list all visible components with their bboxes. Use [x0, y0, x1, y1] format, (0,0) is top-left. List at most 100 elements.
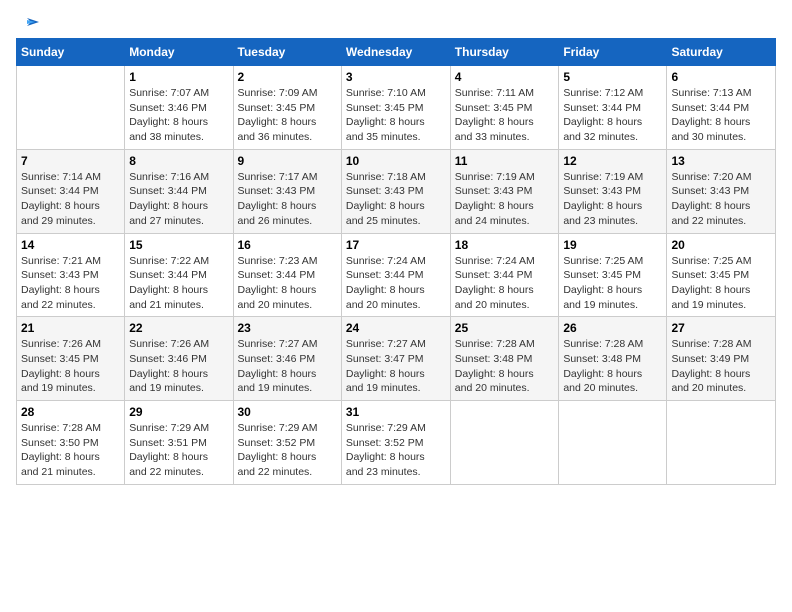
calendar-cell: 21 Sunrise: 7:26 AMSunset: 3:45 PMDayligh… — [17, 317, 125, 401]
calendar-week-row: 14Sunrise: 7:21 AMSunset: 3:43 PMDayligh… — [17, 233, 776, 317]
calendar-cell: 3 Sunrise: 7:10 AMSunset: 3:45 PMDaylight… — [341, 66, 450, 150]
calendar-cell: 25 Sunrise: 7:28 AMSunset: 3:48 PMDayligh… — [450, 317, 559, 401]
calendar-cell: 8 Sunrise: 7:16 AMSunset: 3:44 PMDaylight… — [125, 149, 233, 233]
calendar-cell: 18 Sunrise: 7:24 AMSunset: 3:44 PMDayligh… — [450, 233, 559, 317]
calendar-cell: 31 Sunrise: 7:29 AMSunset: 3:52 PMDayligh… — [341, 401, 450, 485]
day-number: 29 — [129, 405, 228, 419]
calendar-cell: 20 Sunrise: 7:25 AMSunset: 3:45 PMDayligh… — [667, 233, 776, 317]
calendar-cell: 19Sunrise: 7:25 AMSunset: 3:45 PMDayligh… — [559, 233, 667, 317]
day-number: 8 — [129, 154, 228, 168]
day-number: 28 — [21, 405, 120, 419]
calendar-cell: 4Sunrise: 7:11 AMSunset: 3:45 PMDaylight… — [450, 66, 559, 150]
day-info: Sunrise: 7:24 AMSunset: 3:44 PMDaylight:… — [455, 254, 555, 313]
day-number: 18 — [455, 238, 555, 252]
day-number: 5 — [563, 70, 662, 84]
day-number: 25 — [455, 321, 555, 335]
calendar-cell: 5 Sunrise: 7:12 AMSunset: 3:44 PMDaylight… — [559, 66, 667, 150]
calendar-cell: 15Sunrise: 7:22 AMSunset: 3:44 PMDayligh… — [125, 233, 233, 317]
header-saturday: Saturday — [667, 39, 776, 66]
header-tuesday: Tuesday — [233, 39, 341, 66]
day-number: 7 — [21, 154, 120, 168]
day-info: Sunrise: 7:23 AMSunset: 3:44 PMDaylight:… — [238, 254, 337, 313]
day-number: 30 — [238, 405, 337, 419]
day-info: Sunrise: 7:09 AMSunset: 3:45 PMDaylight:… — [238, 86, 337, 145]
day-info: Sunrise: 7:26 AMSunset: 3:46 PMDaylight:… — [129, 337, 228, 396]
day-number: 10 — [346, 154, 446, 168]
calendar-cell: 23 Sunrise: 7:27 AMSunset: 3:46 PMDayligh… — [233, 317, 341, 401]
day-info: Sunrise: 7:10 AMSunset: 3:45 PMDaylight:… — [346, 86, 446, 145]
day-number: 21 — [21, 321, 120, 335]
day-info: Sunrise: 7:14 AMSunset: 3:44 PMDaylight:… — [21, 170, 120, 229]
day-info: Sunrise: 7:28 AMSunset: 3:49 PMDaylight:… — [671, 337, 771, 396]
day-number: 14 — [21, 238, 120, 252]
day-info: Sunrise: 7:13 AMSunset: 3:44 PMDaylight:… — [671, 86, 771, 145]
day-number: 13 — [671, 154, 771, 168]
calendar-week-row: 21 Sunrise: 7:26 AMSunset: 3:45 PMDayligh… — [17, 317, 776, 401]
header-thursday: Thursday — [450, 39, 559, 66]
calendar-cell: 2 Sunrise: 7:09 AMSunset: 3:45 PMDaylight… — [233, 66, 341, 150]
calendar-cell: 13 Sunrise: 7:20 AMSunset: 3:43 PMDayligh… — [667, 149, 776, 233]
day-info: Sunrise: 7:27 AMSunset: 3:46 PMDaylight:… — [238, 337, 337, 396]
day-info: Sunrise: 7:29 AMSunset: 3:51 PMDaylight:… — [129, 421, 228, 480]
day-number: 6 — [671, 70, 771, 84]
day-info: Sunrise: 7:12 AMSunset: 3:44 PMDaylight:… — [563, 86, 662, 145]
calendar-cell: 11 Sunrise: 7:19 AMSunset: 3:43 PMDayligh… — [450, 149, 559, 233]
header-sunday: Sunday — [17, 39, 125, 66]
logo — [16, 16, 40, 28]
calendar-cell — [17, 66, 125, 150]
day-info: Sunrise: 7:26 AMSunset: 3:45 PMDaylight:… — [21, 337, 120, 396]
day-number: 3 — [346, 70, 446, 84]
calendar-table: SundayMondayTuesdayWednesdayThursdayFrid… — [16, 38, 776, 485]
day-info: Sunrise: 7:18 AMSunset: 3:43 PMDaylight:… — [346, 170, 446, 229]
calendar-cell: 14Sunrise: 7:21 AMSunset: 3:43 PMDayligh… — [17, 233, 125, 317]
calendar-cell: 30 Sunrise: 7:29 AMSunset: 3:52 PMDayligh… — [233, 401, 341, 485]
day-info: Sunrise: 7:29 AMSunset: 3:52 PMDaylight:… — [238, 421, 337, 480]
calendar-cell: 22 Sunrise: 7:26 AMSunset: 3:46 PMDayligh… — [125, 317, 233, 401]
day-info: Sunrise: 7:20 AMSunset: 3:43 PMDaylight:… — [671, 170, 771, 229]
day-info: Sunrise: 7:22 AMSunset: 3:44 PMDaylight:… — [129, 254, 228, 313]
day-info: Sunrise: 7:17 AMSunset: 3:43 PMDaylight:… — [238, 170, 337, 229]
day-info: Sunrise: 7:29 AMSunset: 3:52 PMDaylight:… — [346, 421, 446, 480]
day-number: 12 — [563, 154, 662, 168]
calendar-cell: 17 Sunrise: 7:24 AMSunset: 3:44 PMDayligh… — [341, 233, 450, 317]
calendar-week-row: 28 Sunrise: 7:28 AMSunset: 3:50 PMDayligh… — [17, 401, 776, 485]
calendar-cell — [559, 401, 667, 485]
calendar-cell: 6 Sunrise: 7:13 AMSunset: 3:44 PMDaylight… — [667, 66, 776, 150]
calendar-cell: 26Sunrise: 7:28 AMSunset: 3:48 PMDayligh… — [559, 317, 667, 401]
header-friday: Friday — [559, 39, 667, 66]
day-number: 4 — [455, 70, 555, 84]
calendar-week-row: 1 Sunrise: 7:07 AMSunset: 3:46 PMDaylight… — [17, 66, 776, 150]
calendar-cell: 1 Sunrise: 7:07 AMSunset: 3:46 PMDaylight… — [125, 66, 233, 150]
calendar-cell: 24 Sunrise: 7:27 AMSunset: 3:47 PMDayligh… — [341, 317, 450, 401]
day-info: Sunrise: 7:28 AMSunset: 3:48 PMDaylight:… — [455, 337, 555, 396]
calendar-cell: 29 Sunrise: 7:29 AMSunset: 3:51 PMDayligh… — [125, 401, 233, 485]
day-info: Sunrise: 7:25 AMSunset: 3:45 PMDaylight:… — [671, 254, 771, 313]
calendar-cell: 27Sunrise: 7:28 AMSunset: 3:49 PMDayligh… — [667, 317, 776, 401]
header-monday: Monday — [125, 39, 233, 66]
day-number: 31 — [346, 405, 446, 419]
day-number: 11 — [455, 154, 555, 168]
day-number: 19 — [563, 238, 662, 252]
day-number: 22 — [129, 321, 228, 335]
day-number: 26 — [563, 321, 662, 335]
day-info: Sunrise: 7:19 AMSunset: 3:43 PMDaylight:… — [455, 170, 555, 229]
day-info: Sunrise: 7:24 AMSunset: 3:44 PMDaylight:… — [346, 254, 446, 313]
calendar-cell — [667, 401, 776, 485]
calendar-cell: 28 Sunrise: 7:28 AMSunset: 3:50 PMDayligh… — [17, 401, 125, 485]
calendar-week-row: 7 Sunrise: 7:14 AMSunset: 3:44 PMDaylight… — [17, 149, 776, 233]
calendar-cell: 12Sunrise: 7:19 AMSunset: 3:43 PMDayligh… — [559, 149, 667, 233]
day-info: Sunrise: 7:16 AMSunset: 3:44 PMDaylight:… — [129, 170, 228, 229]
day-info: Sunrise: 7:28 AMSunset: 3:50 PMDaylight:… — [21, 421, 120, 480]
day-number: 1 — [129, 70, 228, 84]
calendar-header-row: SundayMondayTuesdayWednesdayThursdayFrid… — [17, 39, 776, 66]
day-number: 23 — [238, 321, 337, 335]
day-number: 24 — [346, 321, 446, 335]
day-number: 17 — [346, 238, 446, 252]
calendar-cell: 9Sunrise: 7:17 AMSunset: 3:43 PMDaylight… — [233, 149, 341, 233]
day-number: 16 — [238, 238, 337, 252]
day-number: 20 — [671, 238, 771, 252]
day-info: Sunrise: 7:27 AMSunset: 3:47 PMDaylight:… — [346, 337, 446, 396]
calendar-cell: 10 Sunrise: 7:18 AMSunset: 3:43 PMDayligh… — [341, 149, 450, 233]
day-number: 2 — [238, 70, 337, 84]
day-info: Sunrise: 7:07 AMSunset: 3:46 PMDaylight:… — [129, 86, 228, 145]
